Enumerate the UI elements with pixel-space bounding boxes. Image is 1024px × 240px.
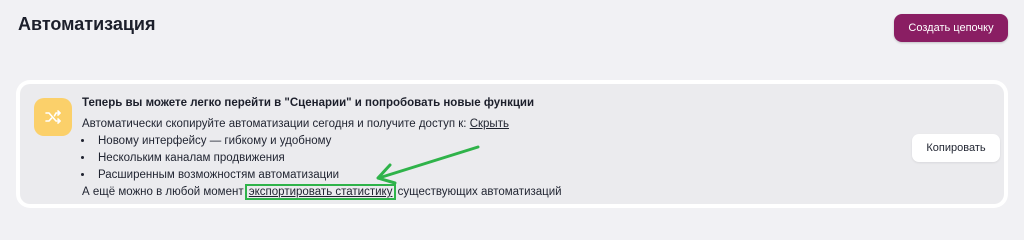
banner-intro-text: Автоматически скопируйте автоматизации с… (82, 118, 470, 130)
header: Автоматизация Создать цепочку (0, 0, 1024, 56)
feature-list: Новому интерфейсу — гибкому и удобному Н… (82, 133, 562, 184)
footer-prefix: А ещё можно в любой момент (82, 186, 247, 198)
shuffle-icon (34, 98, 72, 136)
banner-footer: А ещё можно в любой момент экспортироват… (82, 184, 562, 201)
feature-item: Расширенным возможностям автоматизации (94, 167, 562, 184)
banner-container: Теперь вы можете легко перейти в "Сценар… (16, 80, 1008, 208)
scenarios-banner: Теперь вы можете легко перейти в "Сценар… (20, 84, 1004, 204)
banner-body: Автоматически скопируйте автоматизации с… (82, 116, 562, 201)
banner-title: Теперь вы можете легко перейти в "Сценар… (82, 97, 535, 109)
hide-link[interactable]: Скрыть (470, 118, 509, 130)
copy-button[interactable]: Копировать (912, 134, 1000, 162)
feature-item: Новому интерфейсу — гибкому и удобному (94, 133, 562, 150)
page-title: Автоматизация (18, 14, 156, 34)
feature-item: Нескольким каналам продвижения (94, 150, 562, 167)
banner-intro: Автоматически скопируйте автоматизации с… (82, 116, 562, 133)
create-chain-button[interactable]: Создать цепочку (894, 14, 1008, 42)
footer-suffix: существующих автоматизаций (394, 186, 562, 198)
export-statistics-link[interactable]: экспортировать статистику (244, 184, 397, 200)
